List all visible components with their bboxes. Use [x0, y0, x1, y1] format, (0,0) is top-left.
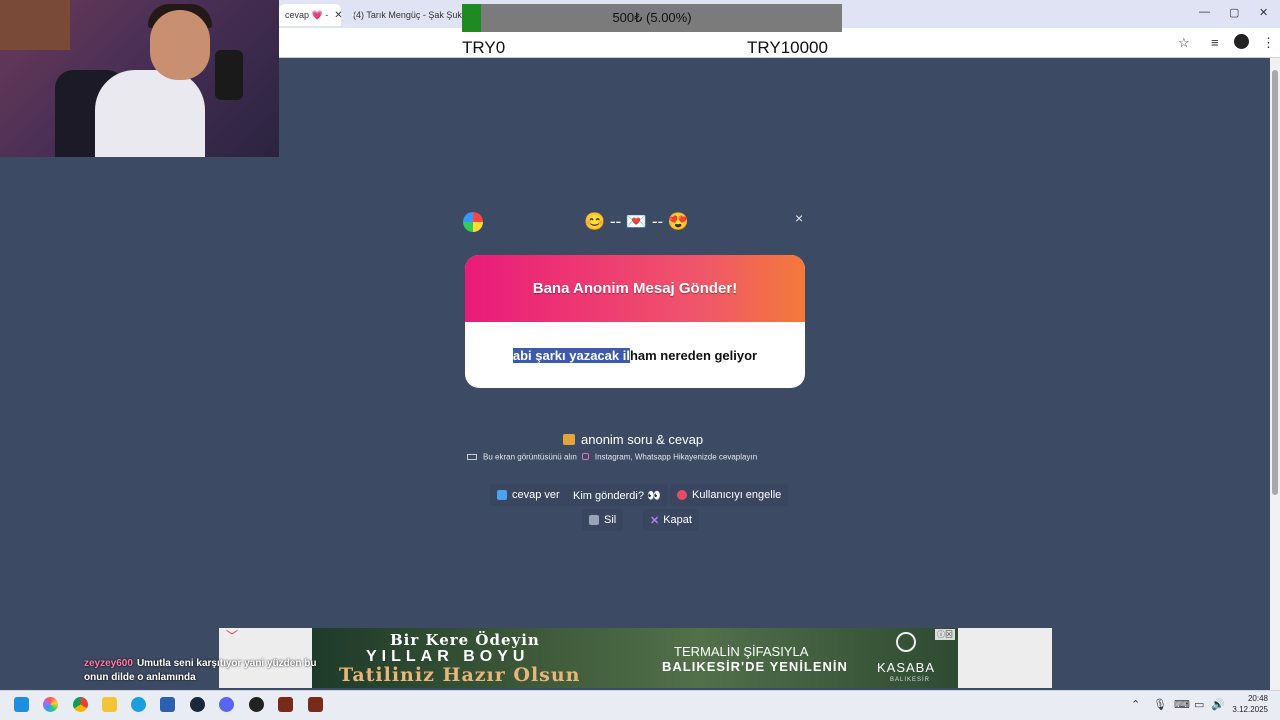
emoji-row: 😊 -- 💌 -- 😍 [584, 212, 690, 231]
brand-label: anonim soru & cevap [563, 432, 703, 447]
ad-logo-icon [896, 632, 916, 652]
block-user-label: Kullanıcıyı engelle [692, 489, 782, 501]
discord-icon[interactable] [219, 697, 234, 712]
close-button[interactable]: ✕ Kapat [643, 509, 699, 531]
keyboard-tray-icon[interactable]: ⌨ [1174, 698, 1190, 711]
tab-label: cevap 💗 - [285, 9, 329, 20]
tab-youtube[interactable]: (4) Tarık Mengüç - Şak Şuk [342, 4, 462, 26]
x-icon: ✕ [650, 514, 660, 527]
donation-goal-max: TRY10000 [747, 38, 828, 57]
file-explorer-icon[interactable] [102, 697, 117, 712]
menu-icon[interactable]: ⋮ [1262, 35, 1275, 51]
star-icon[interactable]: ☆ [1178, 35, 1190, 51]
microphone-icon[interactable]: 🎙 [1153, 698, 1167, 711]
maximize-icon[interactable]: ▢ [1229, 6, 1239, 19]
scrollbar-thumb[interactable] [1272, 70, 1278, 495]
donation-goal-bar: 500₺ (5.00%) [462, 4, 842, 32]
webcam-shelf [0, 0, 70, 50]
message-text: ham nereden geliyor [629, 347, 758, 363]
system-clock[interactable]: 20:48 3.12.2025 [1230, 693, 1268, 715]
chat-username: zeyzey600 [84, 658, 133, 669]
game-icon-2[interactable] [308, 697, 323, 712]
webcam-person-head [150, 10, 210, 80]
webcam-person [95, 70, 205, 157]
ad-line3: Tatiliniz Hazır Olsun [339, 664, 581, 686]
ad-line1: Bir Kere Ödeyin [390, 631, 540, 649]
ad-info-icon[interactable]: ⓘ⊠ [935, 629, 955, 640]
steam-icon[interactable] [190, 697, 205, 712]
close-icon[interactable]: × [795, 210, 803, 226]
hint-part1: Bu ekran görüntüsünü alın [483, 452, 577, 462]
message-card-body: abi şarkı yazacak il ham nereden geliyor [465, 322, 805, 388]
donation-goal-min: TRY0 [462, 38, 506, 57]
game-icon[interactable] [278, 697, 293, 712]
message-card-header: Bana Anonim Mesaj Gönder! [465, 255, 805, 322]
webcam-microphone [215, 50, 243, 100]
close-label: Kapat [663, 514, 692, 526]
brand-text: anonim soru & cevap [581, 432, 704, 447]
stream-chat-message: zeyzey600 Umutla seni karşıtıyor yani yüz… [84, 657, 334, 685]
display-icon[interactable]: ▭ [1194, 698, 1204, 711]
chrome-icon[interactable] [73, 697, 88, 712]
copilot-icon[interactable] [43, 697, 58, 712]
message-text-selected: abi şarkı yazacak il [512, 347, 630, 363]
webcam-overlay [0, 0, 279, 157]
volume-icon[interactable]: 🔊 [1211, 698, 1225, 711]
tab-close-icon[interactable]: ✕ [334, 10, 341, 21]
clock-date: 3.12.2025 [1232, 705, 1268, 714]
ad-right-line1: TERMALİN ŞİFASIYLA [674, 644, 809, 659]
profile-icon[interactable] [1234, 34, 1249, 49]
chevron-down-icon[interactable]: ﹀ [226, 627, 238, 644]
ad-brand: KASABA [877, 660, 936, 675]
lock-icon [563, 434, 575, 445]
obs-icon[interactable] [249, 697, 264, 712]
who-sent-button[interactable]: Kim gönderdi? 👀 [566, 484, 668, 506]
ad-banner[interactable]: Bir Kere Ödeyin YILLAR BOYU Tatiliniz Ha… [312, 628, 958, 688]
clock-time: 20:48 [1247, 694, 1268, 703]
who-sent-label: Kim gönderdi? 👀 [573, 489, 661, 502]
ad-brand-sub: BALIKESİR [890, 677, 931, 683]
window-close-icon[interactable]: ✕ [1259, 6, 1268, 19]
delete-label: Sil [604, 514, 617, 526]
trash-icon [589, 515, 599, 525]
instagram-icon [581, 453, 589, 461]
delete-button[interactable]: Sil [582, 509, 624, 531]
edge-icon[interactable] [131, 697, 146, 712]
message-card: Bana Anonim Mesaj Gönder! abi şarkı yaza… [465, 255, 805, 388]
ad-right-line2: BALIKESİR'DE YENİLENİN [662, 659, 848, 674]
media-icon[interactable]: ≡ [1211, 35, 1219, 50]
minimize-icon[interactable]: — [1199, 6, 1210, 18]
chevron-up-icon[interactable]: ⌃ [1131, 698, 1140, 711]
reply-icon [497, 490, 507, 500]
screenshot-hint: Bu ekran görüntüsünü alın Instagram, What… [467, 452, 757, 461]
tab-active[interactable]: cevap 💗 - ✕ [279, 4, 341, 26]
color-wheel-icon[interactable] [463, 212, 483, 232]
block-icon [677, 490, 687, 500]
hint-part2: Instagram, Whatsapp Hikayenizde cevaplay… [594, 452, 758, 462]
tab-label: (4) Tarık Mengüç - Şak Şuk [353, 10, 462, 20]
answer-button[interactable]: cevap ver [490, 484, 567, 506]
answer-label: cevap ver [512, 489, 560, 501]
store-icon[interactable] [160, 697, 175, 712]
keyboard-icon [467, 453, 477, 460]
windows-start-icon[interactable] [14, 697, 29, 712]
block-user-button[interactable]: Kullanıcıyı engelle [670, 484, 789, 506]
donation-goal-label: 500₺ (5.00%) [612, 10, 692, 25]
